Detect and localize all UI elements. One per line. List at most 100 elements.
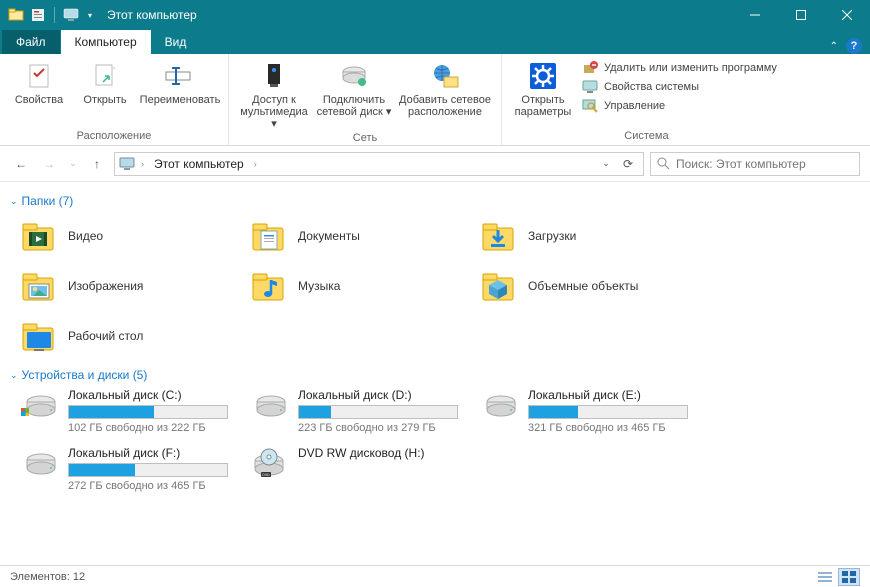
drive-label: Локальный диск (F:) [68,446,240,460]
tab-computer[interactable]: Компьютер [61,30,151,54]
nav-back-button[interactable]: ← [10,153,32,175]
drive-item[interactable]: Локальный диск (C:) 102 ГБ свободно из 22… [20,388,240,434]
pictures-folder-icon [20,267,58,305]
folder-label: Видео [68,229,103,243]
drive-label: Локальный диск (C:) [68,388,240,402]
explorer-icon [8,7,24,23]
nav-recent-dropdown[interactable]: ⌄ [66,153,80,175]
ribbon-group-system: Открыть параметры Удалить или изменить п… [502,54,791,145]
folder-label: Рабочий стол [68,329,143,343]
folder-label: Загрузки [528,229,576,243]
collapse-ribbon-icon[interactable]: ⌃ [830,41,838,52]
drive-free-text: 223 ГБ свободно из 279 ГБ [298,422,470,434]
tab-view[interactable]: Вид [151,30,201,54]
folder-item[interactable]: Документы [250,214,470,258]
globe-folder-icon [429,60,461,92]
status-bar: Элементов: 12 [0,565,870,587]
folder-label: Изображения [68,279,143,293]
folders-section-header[interactable]: ⌄ Папки (7) [10,194,854,208]
address-dropdown-icon[interactable]: ⌄ [595,157,617,171]
documents-folder-icon [250,217,288,255]
system-properties-button[interactable]: Свойства системы [582,79,777,95]
hdd-drive-icon [20,388,58,426]
qat-dropdown-icon[interactable]: ▾ [85,7,95,23]
gear-icon [527,60,559,92]
hdd-drive-icon [250,388,288,426]
ribbon-tabs: Файл Компьютер Вид ⌃ ? [0,30,870,54]
folder-label: Объемные объекты [528,279,638,293]
tab-file[interactable]: Файл [2,30,60,54]
chevron-right-icon[interactable]: › [252,159,259,169]
address-bar[interactable]: › Этот компьютер › ⌄ ⟳ [114,152,644,176]
manage-icon [582,98,598,114]
uninstall-icon [582,60,598,76]
media-access-button[interactable]: Доступ к мультимедиа ▾ [237,56,311,130]
folder-item[interactable]: Музыка [250,264,470,308]
drive-free-text: 102 ГБ свободно из 222 ГБ [68,422,240,434]
details-view-button[interactable] [814,568,836,586]
content-area: ⌄ Папки (7) Видео Документы Загрузки Изобра… [0,182,870,565]
drive-item[interactable]: Локальный диск (D:) 223 ГБ свободно из 27… [250,388,470,434]
pc-icon [63,7,79,23]
minimize-button[interactable] [732,0,778,30]
chevron-right-icon[interactable]: › [139,159,146,169]
window-title: Этот компьютер [107,8,197,22]
usage-bar [68,405,228,419]
media-server-icon [258,60,290,92]
maximize-button[interactable] [778,0,824,30]
drive-label: DVD RW дисковод (H:) [298,446,470,460]
search-box[interactable] [650,152,860,176]
folder-label: Документы [298,229,360,243]
help-button[interactable]: ? [846,38,862,54]
refresh-button[interactable]: ⟳ [617,157,639,171]
video-folder-icon [20,217,58,255]
usage-bar [528,405,688,419]
breadcrumb-item[interactable]: Этот компьютер [150,157,248,171]
open-settings-button[interactable]: Открыть параметры [510,56,576,128]
search-input[interactable] [676,157,853,171]
qat-properties-icon[interactable] [30,7,46,23]
usage-bar [298,405,458,419]
drive-item[interactable]: Локальный диск (E:) 321 ГБ свободно из 46… [480,388,700,434]
drive-item[interactable]: Локальный диск (F:)272 ГБ свободно из 46… [20,446,240,492]
open-button[interactable]: Открыть [74,56,136,128]
ribbon: Свойства Открыть Переименовать Расположе… [0,54,870,146]
open-sheet-icon [89,60,121,92]
pc-icon [119,156,135,172]
uninstall-programs-button[interactable]: Удалить или изменить программу [582,60,777,76]
nav-up-button[interactable]: ↑ [86,153,108,175]
network-drive-icon [338,60,370,92]
close-button[interactable] [824,0,870,30]
rename-button[interactable]: Переименовать [140,56,220,128]
ribbon-group-network: Доступ к мультимедиа ▾ Подключить сетево… [229,54,502,145]
downloads-folder-icon [480,217,518,255]
dvd-drive-icon: DVD [250,446,288,484]
folder-item[interactable]: Загрузки [480,214,700,258]
drives-section-header[interactable]: ⌄ Устройства и диски (5) [10,368,854,382]
drive-label: Локальный диск (D:) [298,388,470,402]
drive-free-text: 321 ГБ свободно из 465 ГБ [528,422,700,434]
manage-button[interactable]: Управление [582,98,777,114]
music-folder-icon [250,267,288,305]
drive-item[interactable]: DVD DVD RW дисковод (H:) [250,446,470,492]
folder-item[interactable]: Объемные объекты [480,264,700,308]
checkmark-sheet-icon [23,60,55,92]
drive-label: Локальный диск (E:) [528,388,700,402]
ribbon-group-location: Свойства Открыть Переименовать Расположе… [0,54,229,145]
folder-label: Музыка [298,279,340,293]
chevron-down-icon: ⌄ [10,370,18,381]
hdd-drive-icon [480,388,518,426]
folder-item[interactable]: Видео [20,214,240,258]
chevron-down-icon: ⌄ [10,196,18,207]
folder-item[interactable]: Изображения [20,264,240,308]
item-count: Элементов: 12 [10,571,85,583]
add-network-location-button[interactable]: Добавить сетевое расположение [397,56,493,130]
tiles-view-button[interactable] [838,568,860,586]
properties-button[interactable]: Свойства [8,56,70,128]
folder-item[interactable]: Рабочий стол [20,314,240,358]
rename-icon [164,60,196,92]
map-drive-button[interactable]: Подключить сетевой диск ▾ [315,56,393,130]
navbar: ← → ⌄ ↑ › Этот компьютер › ⌄ ⟳ [0,146,870,182]
nav-forward-button[interactable]: → [38,153,60,175]
desktop-folder-icon [20,317,58,355]
